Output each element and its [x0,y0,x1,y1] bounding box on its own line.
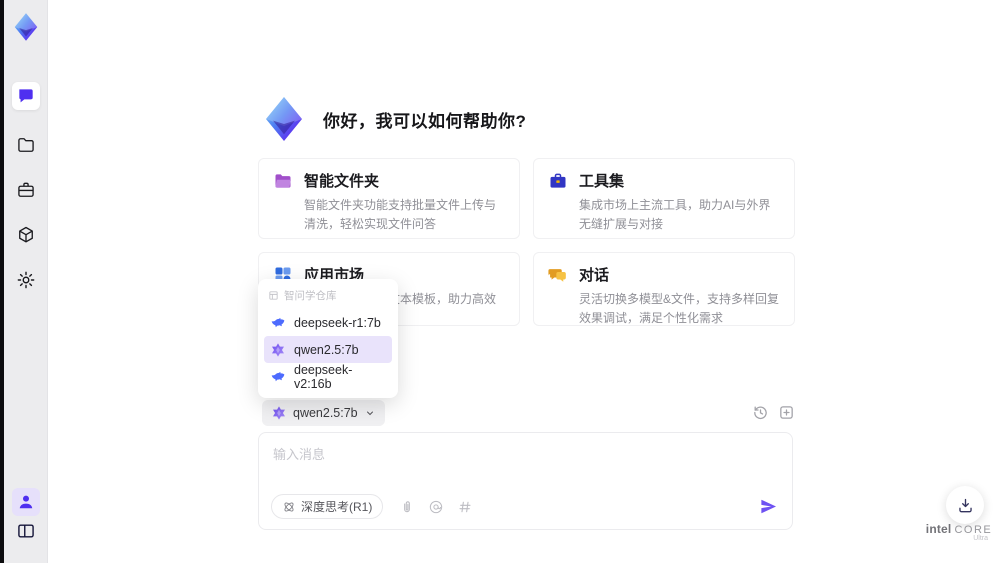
composer: 深度思考(R1) [258,432,793,530]
toolset-icon [550,173,566,188]
briefcase-icon [18,182,34,197]
send-icon[interactable] [759,497,778,516]
card-smart-folder[interactable]: 智能文件夹 智能文件夹功能支持批量文件上传与清洗，轻松实现文件问答 [258,158,520,239]
composer-toolbar: 深度思考(R1) [271,494,778,519]
sidebar-item-models[interactable] [12,221,40,249]
card-toolset[interactable]: 工具集 集成市场上主流工具，助力AI与外界无缝扩展与对接 [533,158,795,239]
deepseek-icon [271,371,285,381]
card-title: 对话 [579,267,610,284]
card-title: 工具集 [579,173,625,190]
chevron-down-icon [366,411,373,416]
model-dropdown-header-label: 智问学仓库 [284,290,337,302]
app-logo-icon [14,13,38,41]
model-option-label: deepseek-r1:7b [294,315,381,330]
model-option-label: deepseek-v2:16b [294,362,353,391]
chat-actions [752,404,795,421]
model-dropdown: 智问学仓库 deepseek-r1:7b qwen2.5:7b deepseek… [258,279,398,398]
intel-tier-text: Ultra [973,535,988,542]
sidebar [4,0,48,563]
model-selector-button[interactable]: qwen2.5:7b [262,400,385,426]
message-input[interactable] [273,444,773,490]
card-dialogue[interactable]: 对话 灵活切换多模型&文件，支持多样回复效果调试，满足个性化需求 [533,252,795,326]
new-chat-icon[interactable] [778,404,795,421]
history-icon[interactable] [752,404,769,421]
folder-icon [18,138,34,152]
sidebar-toggle[interactable] [12,517,40,545]
cube-icon [19,226,33,243]
download-button[interactable] [946,486,984,524]
intel-logo-text: intel [925,522,952,536]
card-desc: 智能文件夹功能支持批量文件上传与清洗，轻松实现文件问答 [304,198,497,231]
atom-icon [284,502,294,511]
card-desc: 灵活切换多模型&文件，支持多样回复效果调试，满足个性化需求 [579,292,780,325]
smart-folder-icon [275,173,291,188]
model-option-qwen[interactable]: qwen2.5:7b [264,336,392,363]
attachment-icon[interactable] [399,499,415,515]
model-dropdown-header: 智问学仓库 [264,286,392,309]
greeting: 你好，我可以如何帮助你? [260,95,526,143]
model-option-deepseek-r1[interactable]: deepseek-r1:7b [264,309,392,336]
chat-icon [19,89,33,103]
assistant-logo-icon [266,97,302,141]
qwen-icon [273,406,285,420]
card-title: 智能文件夹 [304,173,380,190]
sidebar-item-account[interactable] [12,488,40,516]
deep-think-button[interactable]: 深度思考(R1) [271,494,384,519]
greeting-title: 你好，我可以如何帮助你? [323,111,527,131]
mention-icon[interactable] [428,499,444,515]
download-icon [958,498,972,512]
app-window: 你好，我可以如何帮助你? 智能文件夹 智能文件夹功能支持批量文件上传与清洗，轻松… [0,0,1000,563]
gear-icon [17,271,35,289]
hashtag-icon[interactable] [457,499,473,515]
qwen-icon [272,342,284,357]
sidebar-item-toolbox[interactable] [12,176,40,204]
deep-think-label: 深度思考(R1) [301,500,373,514]
user-icon [19,495,33,509]
dialogue-icon [548,268,566,282]
composer-icons [399,499,473,515]
model-option-label: qwen2.5:7b [294,342,359,357]
deepseek-icon [271,317,285,327]
sidebar-item-chat[interactable] [12,82,40,110]
selected-model-label: qwen2.5:7b [293,406,358,420]
sidebar-item-settings[interactable] [12,266,40,294]
repository-icon [269,291,278,300]
model-option-deepseek-v2[interactable]: deepseek-v2:16b [264,362,392,391]
sidebar-item-folders[interactable] [12,131,40,159]
panel-icon [18,524,34,538]
intel-core-badge: intel CORE Ultra [925,522,991,542]
card-desc: 集成市场上主流工具，助力AI与外界无缝扩展与对接 [579,198,771,231]
